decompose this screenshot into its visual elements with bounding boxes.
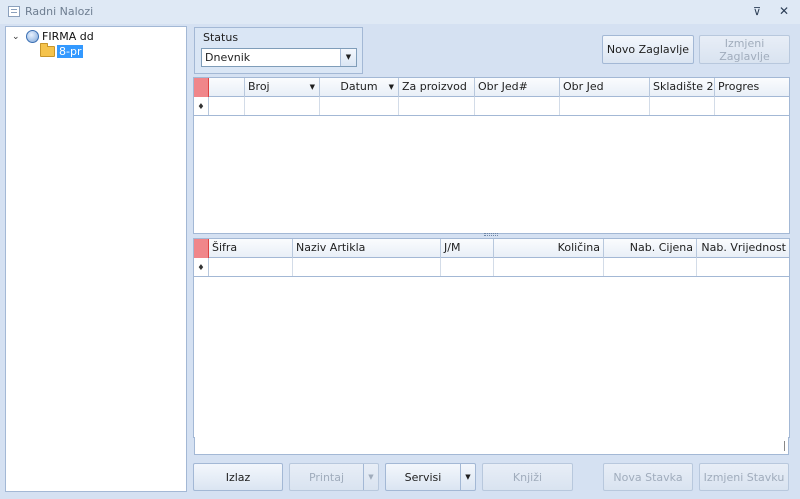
pin-icon[interactable]: ⊽ xyxy=(751,5,763,18)
tree-node-firma[interactable]: ⌄ FIRMA dd xyxy=(12,29,94,44)
column-header-nab-cijena[interactable]: Nab. Cijena xyxy=(604,239,697,258)
window-title: Radni Nalozi xyxy=(25,5,94,18)
column-header-datum[interactable]: Datum ▼ xyxy=(320,78,399,97)
izlaz-button[interactable]: Izlaz xyxy=(193,463,283,491)
column-header-obr-jed-num[interactable]: Obr Jed# xyxy=(475,78,560,97)
chevron-down-icon[interactable]: ▼ xyxy=(340,49,356,66)
column-header-broj[interactable]: Broj ▼ xyxy=(245,78,320,97)
column-header-obr-jed[interactable]: Obr Jed xyxy=(560,78,650,97)
filter-cell[interactable] xyxy=(209,258,293,276)
filter-pin-icon: ♦ xyxy=(194,97,209,115)
chevron-down-icon[interactable]: ▼ xyxy=(363,464,378,490)
column-label: Progres xyxy=(718,80,760,93)
tree-node-8-pr[interactable]: 8-pr xyxy=(40,43,84,59)
column-header-blank xyxy=(209,78,245,97)
column-label: Za proizvod xyxy=(402,80,467,93)
firm-icon xyxy=(26,30,39,43)
sort-down-icon: ▼ xyxy=(309,83,315,91)
column-header-naziv-artikla[interactable]: Naziv Artikla xyxy=(293,239,441,258)
app-icon xyxy=(8,6,20,17)
items-grid-filter-row[interactable]: ♦ xyxy=(194,258,789,277)
column-label: Nab. Cijena xyxy=(629,241,693,254)
items-grid-columns: Šifra Naziv Artikla J/M Količina Nab. Ci… xyxy=(194,239,789,258)
column-label: Datum xyxy=(340,80,378,93)
column-header-nab-vrijednost[interactable]: Nab. Vrijednost xyxy=(697,239,789,258)
status-label: Status xyxy=(203,31,239,44)
column-label: Nab. Vrijednost xyxy=(701,241,786,254)
column-label: Broj xyxy=(248,80,270,93)
status-select[interactable]: Dnevnik ▼ xyxy=(201,48,357,67)
column-label: J/M xyxy=(444,241,461,254)
izmjeni-zaglavlje-button[interactable]: Izmjeni Zaglavlje xyxy=(699,35,790,64)
column-header-progres[interactable]: Progres xyxy=(715,78,789,97)
row-indicator-header xyxy=(194,78,209,97)
servisi-label: Servisi xyxy=(404,470,442,484)
column-label: Naziv Artikla xyxy=(296,241,366,254)
filter-cell[interactable] xyxy=(604,258,697,276)
column-header-skladiste-2[interactable]: Skladište 2 xyxy=(650,78,715,97)
filter-cell[interactable] xyxy=(494,258,604,276)
filter-cell[interactable] xyxy=(697,258,789,276)
folder-open-icon xyxy=(40,43,55,57)
column-header-sifra[interactable]: Šifra xyxy=(209,239,293,258)
column-header-kolicina[interactable]: Količina xyxy=(494,239,604,258)
scroll-grip[interactable] xyxy=(784,441,785,451)
novo-zaglavlje-button[interactable]: Novo Zaglavlje xyxy=(602,35,694,64)
filter-cell[interactable] xyxy=(320,97,399,115)
knjizi-button[interactable]: Knjiži xyxy=(482,463,573,491)
filter-cell[interactable] xyxy=(650,97,715,115)
status-value: Dnevnik xyxy=(205,51,251,64)
printaj-label: Printaj xyxy=(308,470,345,484)
filter-cell[interactable] xyxy=(245,97,320,115)
title-bar: Radni Nalozi ⊽ ✕ xyxy=(0,0,800,24)
filter-pin-icon: ♦ xyxy=(194,258,209,276)
close-icon[interactable]: ✕ xyxy=(777,4,791,18)
nova-stavka-button[interactable]: Nova Stavka xyxy=(603,463,693,491)
filter-cell[interactable] xyxy=(715,97,789,115)
items-grid-scrollbar[interactable] xyxy=(194,437,789,455)
tree-node-label: FIRMA dd xyxy=(42,30,94,43)
tree-node-label-selected: 8-pr xyxy=(57,45,84,58)
header-grid[interactable]: Broj ▼ Datum ▼ Za proizvod Obr Jed# Obr Je… xyxy=(193,77,790,234)
column-header-za-proizvod[interactable]: Za proizvod xyxy=(399,78,475,97)
sort-down-icon: ▼ xyxy=(388,83,394,91)
chevron-down-icon[interactable]: ▼ xyxy=(460,464,475,490)
column-header-jm[interactable]: J/M xyxy=(441,239,494,258)
header-grid-filter-row[interactable]: ♦ xyxy=(194,97,789,116)
filter-cell[interactable] xyxy=(441,258,494,276)
filter-cell[interactable] xyxy=(399,97,475,115)
chevron-down-icon[interactable]: ⌄ xyxy=(12,32,22,42)
column-label: Skladište 2 xyxy=(653,80,714,93)
filter-cell[interactable] xyxy=(209,97,245,115)
column-label: Šifra xyxy=(212,241,238,254)
printaj-button[interactable]: Printaj ▼ xyxy=(289,463,379,491)
company-tree[interactable]: ⌄ FIRMA dd 8-pr xyxy=(5,26,187,492)
column-label: Obr Jed# xyxy=(478,80,528,93)
column-label: Količina xyxy=(557,241,600,254)
header-grid-columns: Broj ▼ Datum ▼ Za proizvod Obr Jed# Obr Je… xyxy=(194,78,789,97)
filter-cell[interactable] xyxy=(560,97,650,115)
filter-cell[interactable] xyxy=(293,258,441,276)
row-indicator-header xyxy=(194,239,209,258)
filter-cell[interactable] xyxy=(475,97,560,115)
izmjeni-stavku-button[interactable]: Izmjeni Stavku xyxy=(699,463,789,491)
column-label: Obr Jed xyxy=(563,80,604,93)
servisi-button[interactable]: Servisi ▼ xyxy=(385,463,476,491)
items-grid[interactable]: Šifra Naziv Artikla J/M Količina Nab. Ci… xyxy=(193,238,790,438)
status-group: Status Dnevnik ▼ xyxy=(194,27,363,74)
grid-splitter-handle[interactable] xyxy=(484,233,498,236)
